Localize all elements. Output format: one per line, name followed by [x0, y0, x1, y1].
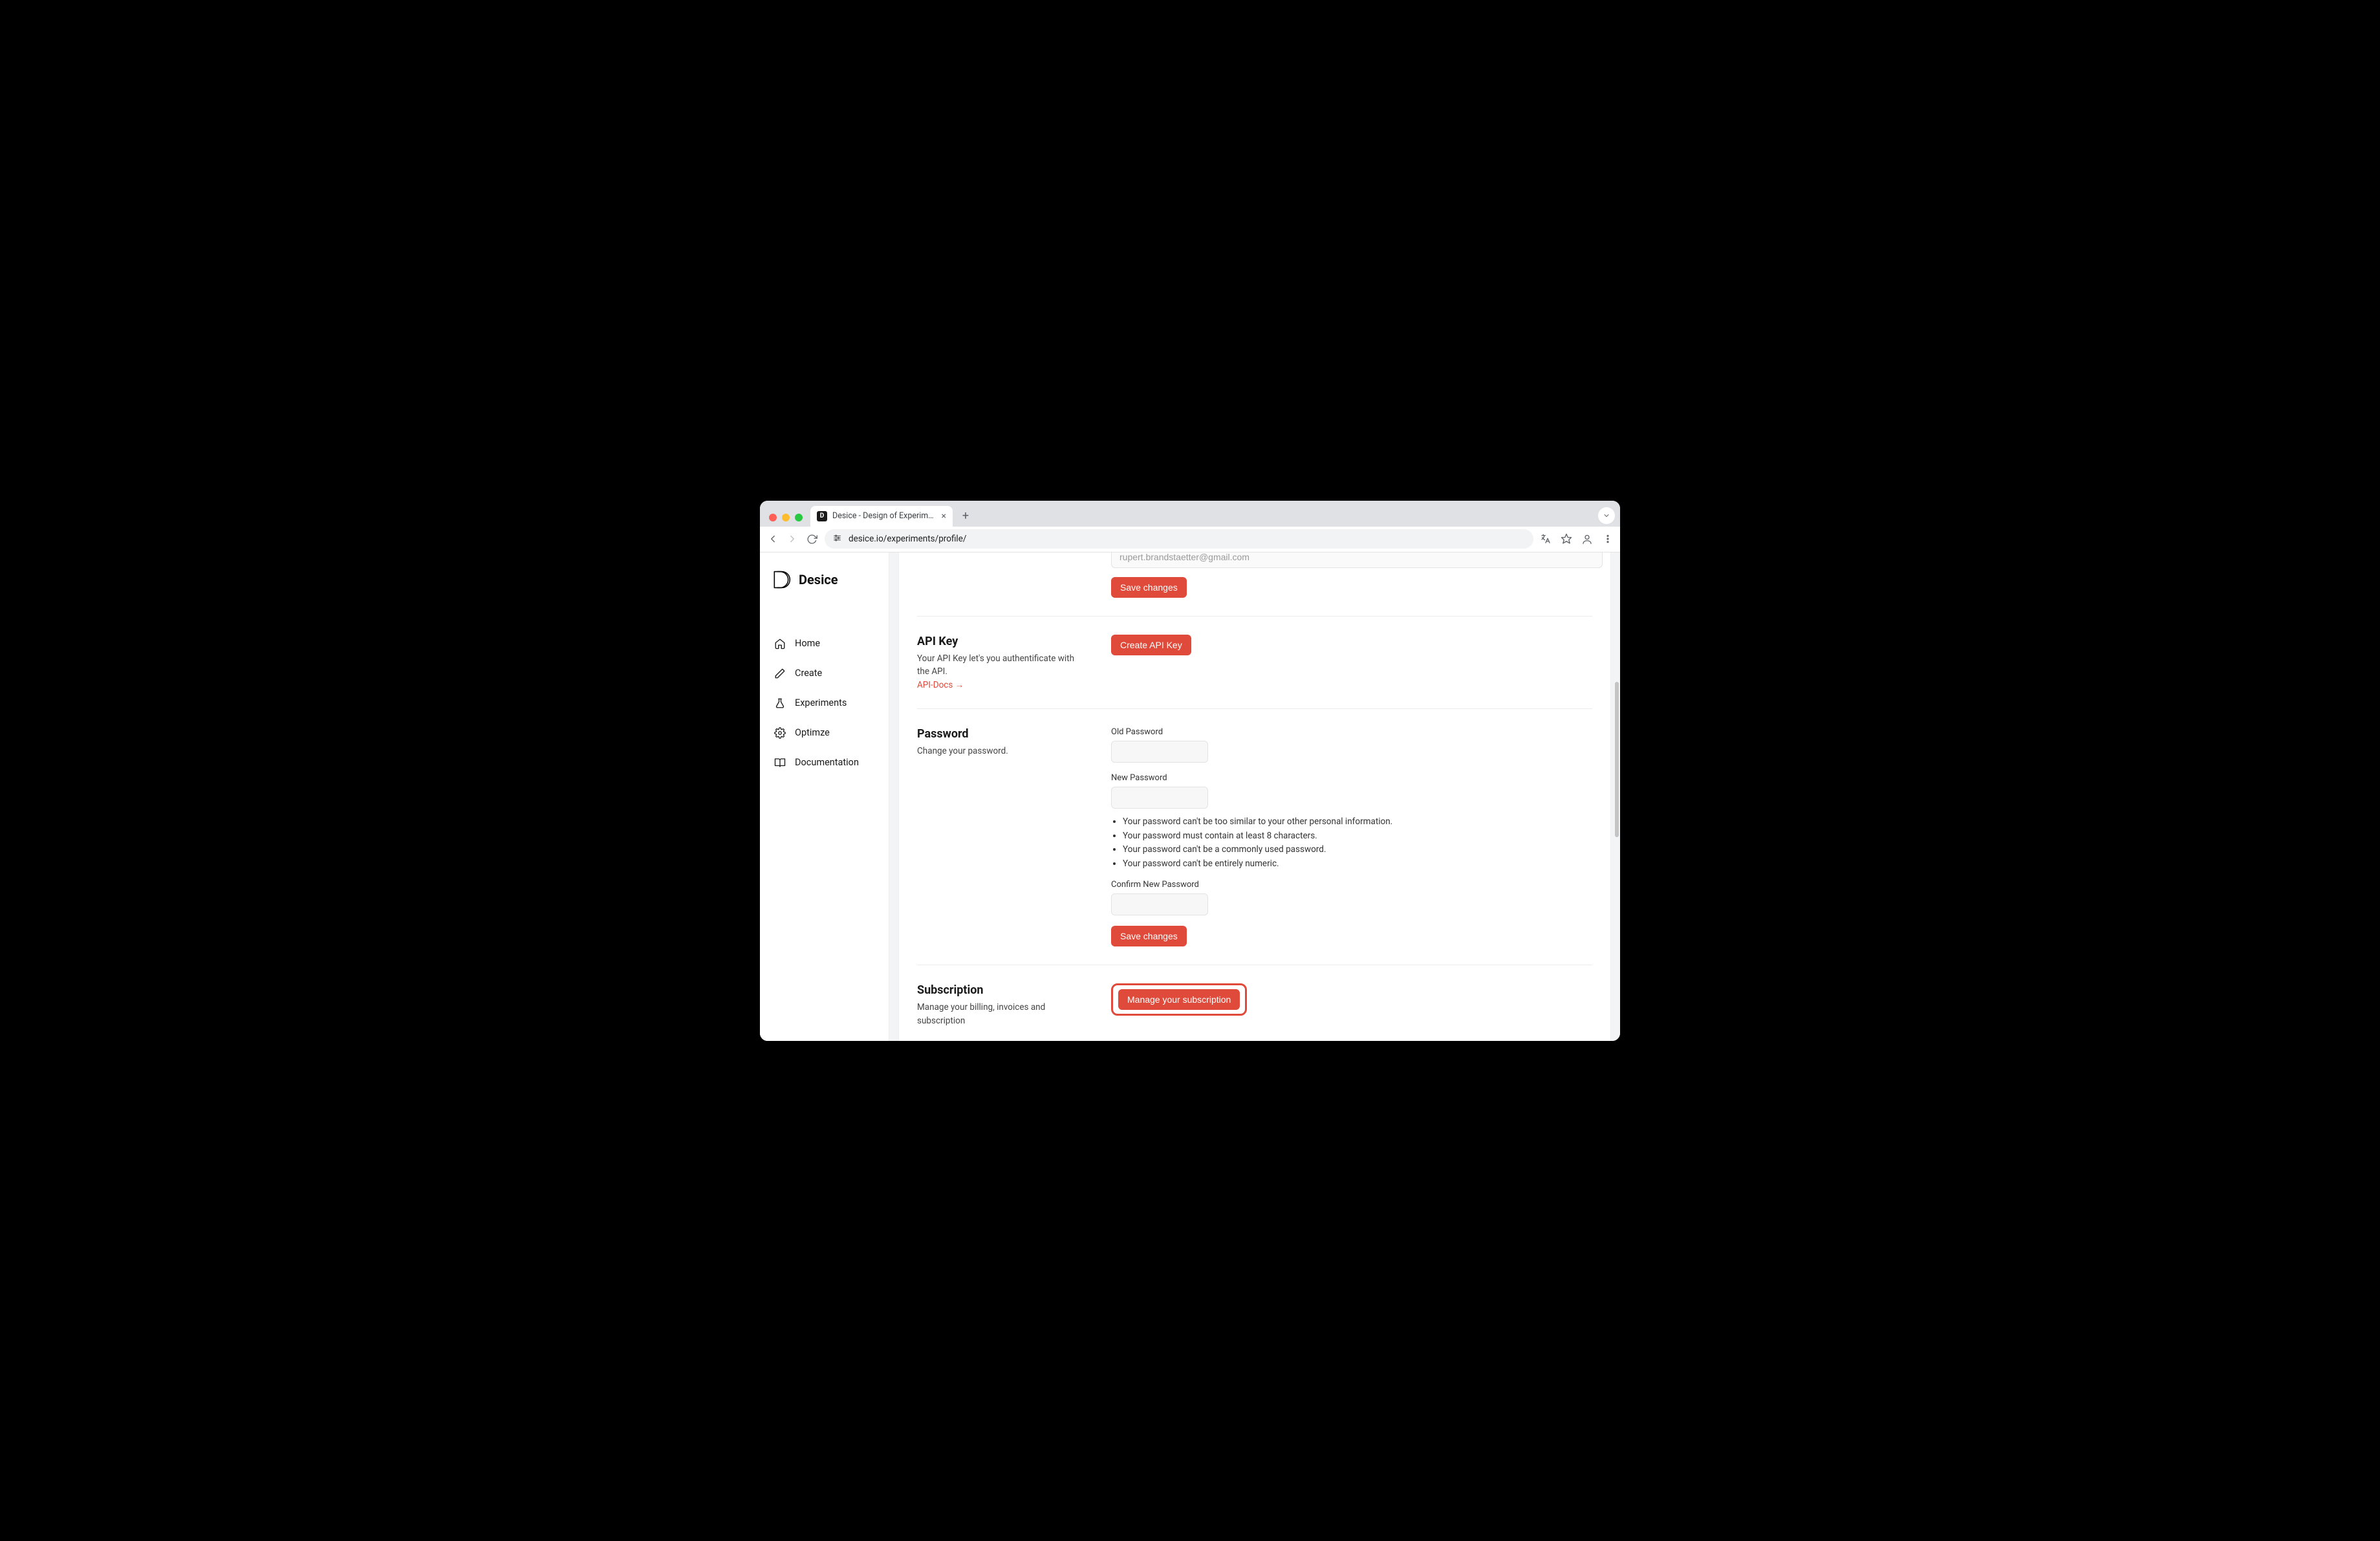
sidebar-label: Documentation	[795, 757, 859, 768]
sidebar-label: Create	[795, 668, 822, 679]
sidebar-item-optimize[interactable]: Optimze	[772, 721, 877, 745]
sidebar-item-documentation[interactable]: Documentation	[772, 750, 877, 775]
manage-subscription-button[interactable]: Manage your subscription	[1118, 989, 1240, 1010]
profile-icon[interactable]	[1581, 533, 1593, 545]
api-key-heading: API Key	[917, 635, 1085, 648]
window-controls	[765, 514, 806, 527]
password-rule: Your password can't be a commonly used p…	[1123, 843, 1592, 857]
subscription-desc: Manage your billing, invoices and subscr…	[917, 1001, 1085, 1027]
browser-toolbar: desice.io/experiments/profile/	[760, 527, 1620, 552]
menu-icon[interactable]	[1602, 533, 1614, 545]
password-rule: Your password must contain at least 8 ch…	[1123, 829, 1592, 844]
api-key-desc: Your API Key let's you authentificate wi…	[917, 652, 1085, 679]
browser-window: D Desice - Design of Experimen × + desic…	[760, 501, 1620, 1041]
password-heading: Password	[917, 727, 1085, 741]
confirm-password-input[interactable]	[1111, 893, 1208, 915]
old-password-label: Old Password	[1111, 727, 1592, 737]
password-rules: Your password can't be too similar to yo…	[1123, 815, 1592, 871]
site-settings-icon[interactable]	[832, 533, 842, 545]
password-rule: Your password can't be entirely numeric.	[1123, 857, 1592, 871]
highlight-annotation: Manage your subscription	[1111, 983, 1247, 1016]
forward-button[interactable]	[786, 532, 799, 545]
translate-icon[interactable]	[1540, 533, 1552, 545]
address-bar[interactable]: desice.io/experiments/profile/	[825, 529, 1533, 549]
tab-title: Desice - Design of Experimen	[832, 511, 936, 521]
sidebar-label: Home	[795, 638, 820, 649]
page-content: Desice Home Create Experiments Optimze D…	[760, 552, 1620, 1041]
subscription-heading: Subscription	[917, 983, 1085, 997]
sidebar-item-home[interactable]: Home	[772, 631, 877, 656]
confirm-password-label: Confirm New Password	[1111, 880, 1592, 890]
tab-overflow-button[interactable]	[1598, 507, 1615, 524]
sidebar-item-create[interactable]: Create	[772, 661, 877, 686]
new-password-label: New Password	[1111, 773, 1592, 783]
url-text: desice.io/experiments/profile/	[849, 534, 966, 544]
api-docs-link[interactable]: API-Docs →	[917, 680, 964, 690]
sidebar-label: Optimze	[795, 727, 830, 738]
browser-tabbar: D Desice - Design of Experimen × +	[760, 501, 1620, 527]
password-rule: Your password can't be too similar to yo…	[1123, 815, 1592, 829]
create-api-key-button[interactable]: Create API Key	[1111, 635, 1191, 655]
sidebar-item-experiments[interactable]: Experiments	[772, 691, 877, 716]
save-email-button[interactable]: Save changes	[1111, 577, 1187, 598]
scrollbar-thumb[interactable]	[1615, 682, 1619, 837]
window-close-button[interactable]	[769, 514, 777, 521]
new-tab-button[interactable]: +	[957, 507, 975, 525]
sidebar-label: Experiments	[795, 697, 847, 708]
email-field[interactable]	[1111, 552, 1603, 568]
new-password-input[interactable]	[1111, 787, 1208, 809]
password-desc: Change your password.	[917, 745, 1085, 758]
brand-name: Desice	[799, 572, 838, 587]
back-button[interactable]	[766, 532, 779, 545]
brand-logo-icon	[772, 569, 791, 590]
bookmark-icon[interactable]	[1561, 533, 1572, 545]
sidebar: Desice Home Create Experiments Optimze D…	[760, 552, 889, 1041]
profile-card: Save changes API Key Your API Key let's …	[899, 552, 1610, 1041]
flask-icon	[774, 697, 786, 709]
window-zoom-button[interactable]	[795, 514, 803, 521]
brand[interactable]: Desice	[772, 569, 877, 590]
book-icon	[774, 757, 786, 769]
favicon-icon: D	[817, 511, 827, 521]
gear-icon	[774, 727, 786, 739]
pencil-icon	[774, 668, 786, 679]
tab-close-button[interactable]: ×	[942, 511, 946, 521]
browser-tab[interactable]: D Desice - Design of Experimen ×	[810, 506, 953, 527]
old-password-input[interactable]	[1111, 741, 1208, 763]
home-icon	[774, 638, 786, 650]
save-password-button[interactable]: Save changes	[1111, 926, 1187, 946]
reload-button[interactable]	[805, 532, 818, 545]
window-minimize-button[interactable]	[782, 514, 790, 521]
